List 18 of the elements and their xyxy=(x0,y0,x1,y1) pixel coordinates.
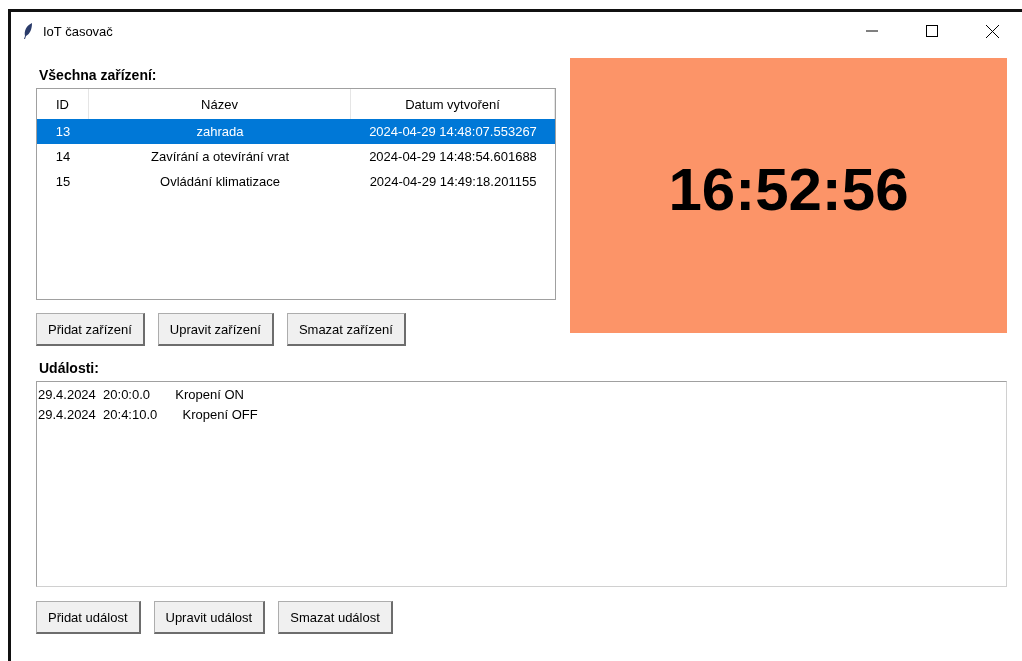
event-button[interactable]: Smazat událost xyxy=(278,601,393,634)
device-button[interactable]: Upravit zařízení xyxy=(157,313,274,346)
event-button[interactable]: Upravit událost xyxy=(153,601,266,634)
table-cell[interactable]: zahrada xyxy=(89,119,351,144)
window-title: IoT časovač xyxy=(43,23,113,39)
close-icon xyxy=(985,24,999,38)
event-item[interactable]: 29.4.2024 20:0:0.0 Kropení ON xyxy=(38,385,1005,405)
table-cell[interactable]: 2024-04-29 14:48:07.553267 xyxy=(351,119,555,144)
feather-icon xyxy=(23,23,33,39)
event-item[interactable]: 29.4.2024 20:4:10.0 Kropení OFF xyxy=(38,405,1005,425)
device-button[interactable]: Smazat zařízení xyxy=(286,313,406,346)
maximize-icon xyxy=(926,25,938,37)
device-button[interactable]: Přidat zařízení xyxy=(36,313,145,346)
clock-time: 16:52:56 xyxy=(668,155,909,224)
table-cell[interactable]: 13 xyxy=(37,119,89,144)
devices-label: Všechna zařízení: xyxy=(39,67,158,83)
event-button[interactable]: Přidat událost xyxy=(36,601,141,634)
events-label: Události: xyxy=(39,360,100,376)
